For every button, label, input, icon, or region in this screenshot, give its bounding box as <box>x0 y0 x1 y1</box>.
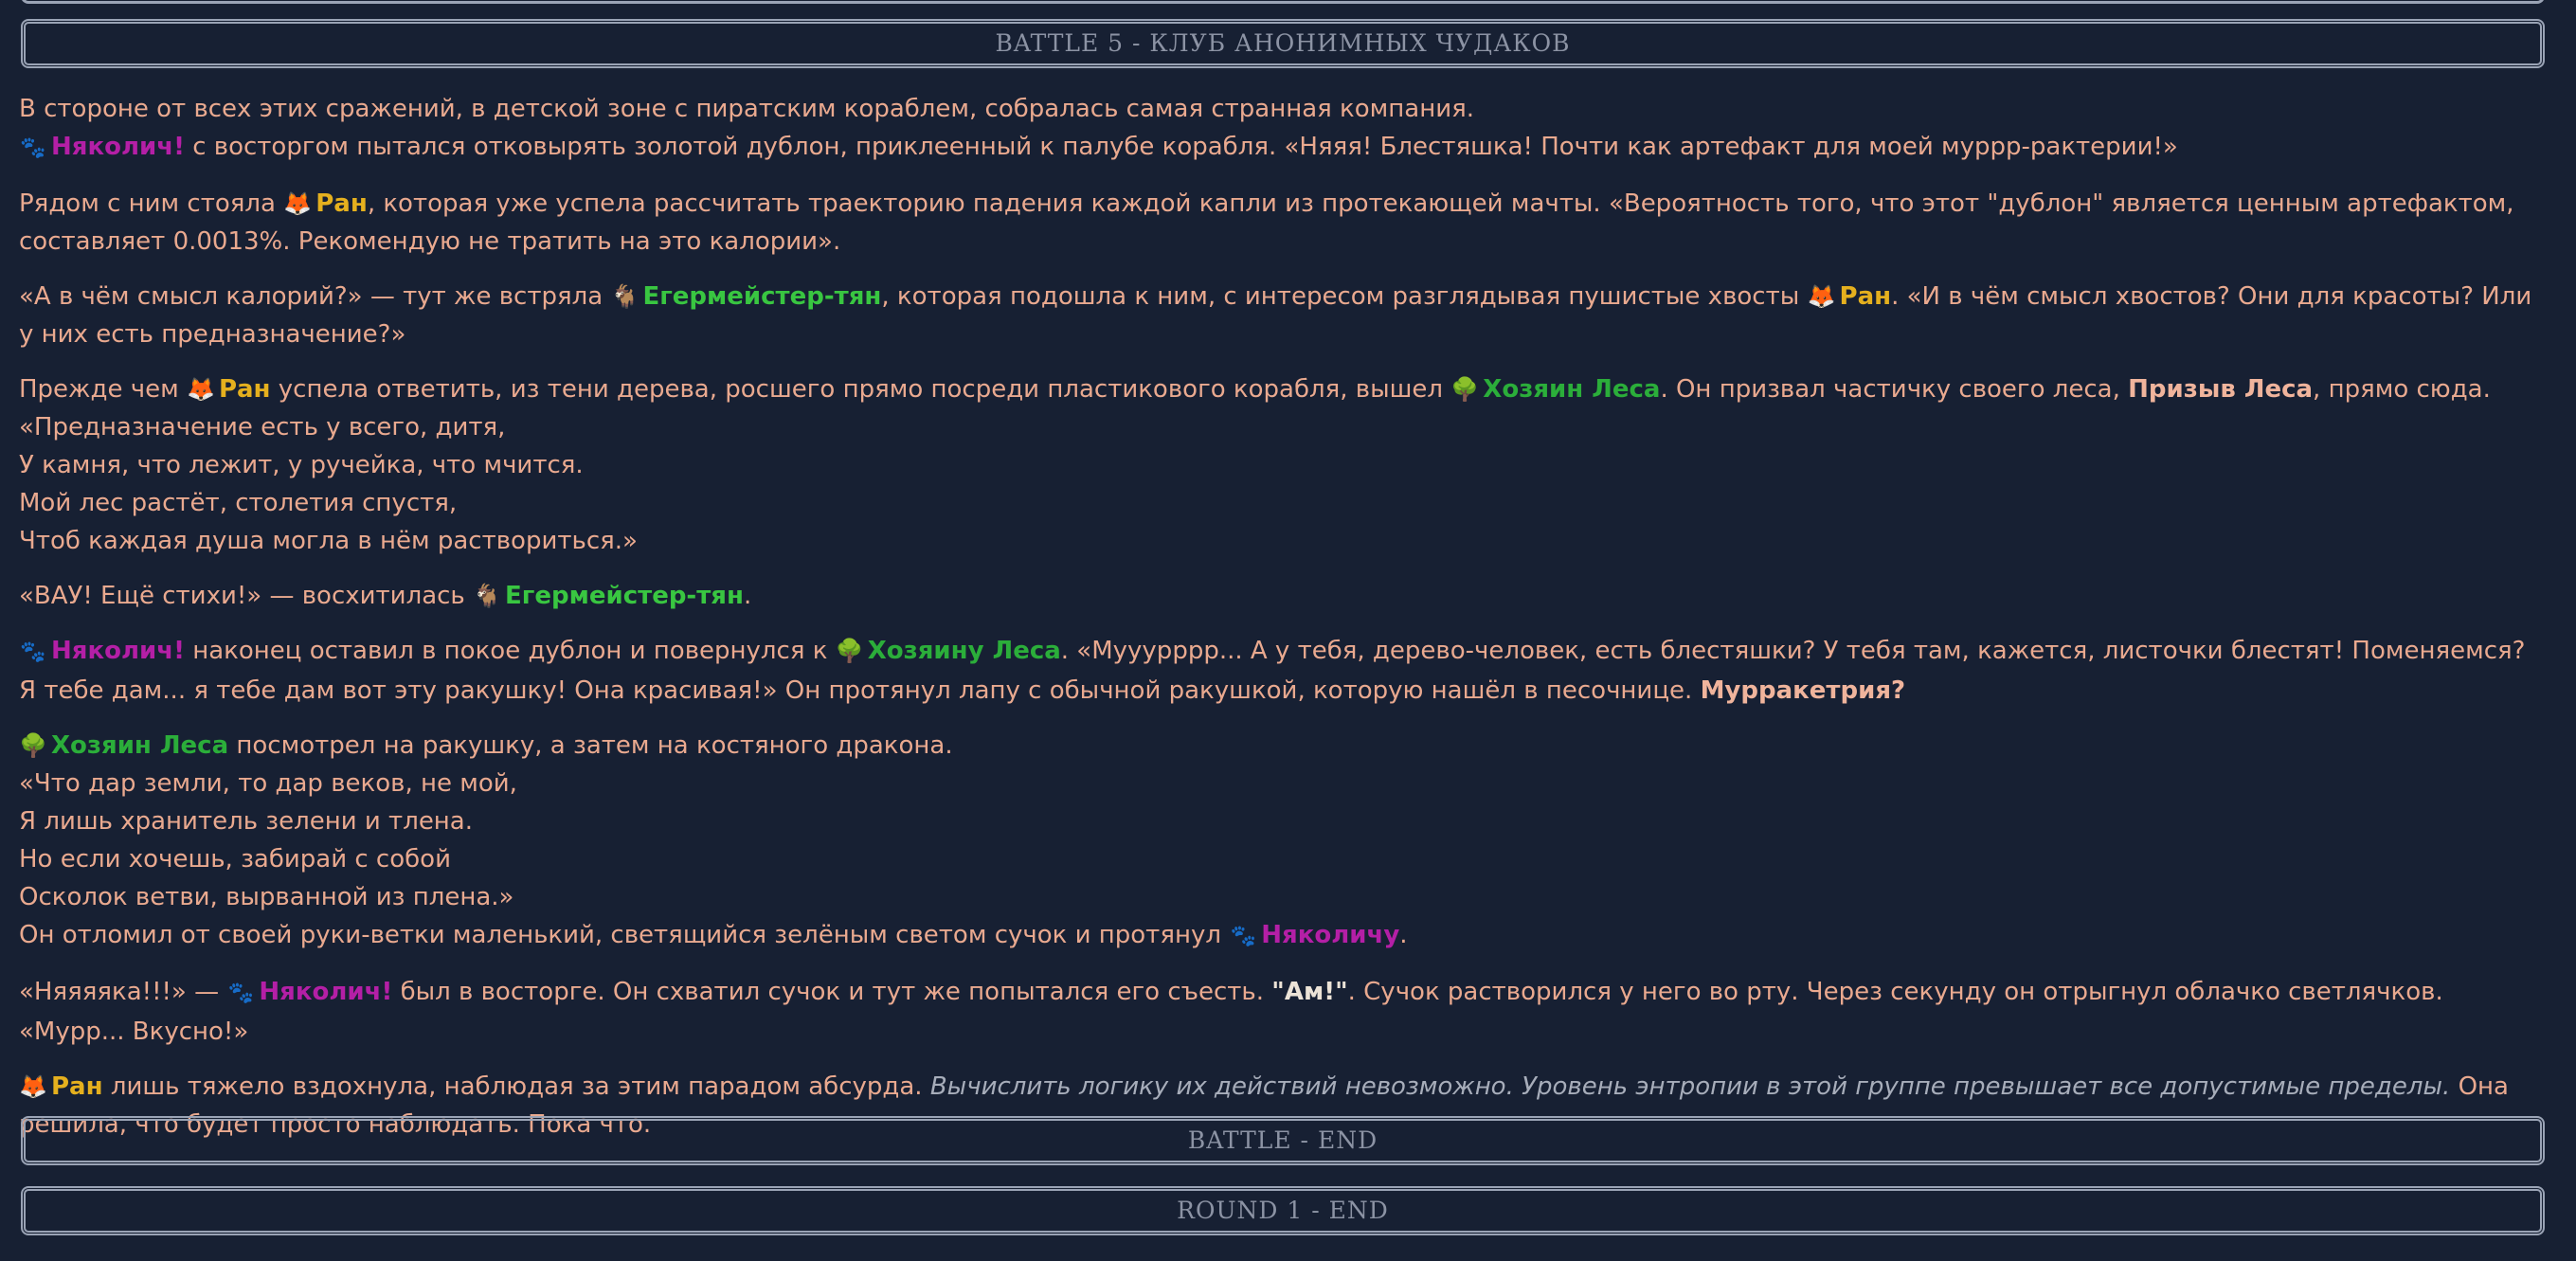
paw-icon: 🐾 <box>20 640 46 664</box>
previous-banner-edge <box>21 0 2545 4</box>
goat-icon: 🐐 <box>473 583 501 609</box>
story-line: В стороне от всех этих сражений, в детск… <box>19 95 1475 123</box>
poem-line: «Что дар земли, то дар веков, не мой, <box>19 769 517 798</box>
poem-line: Осколок ветви, вырванной из плена.» <box>19 883 514 911</box>
goat-icon: 🐐 <box>610 283 639 310</box>
fox-icon: 🦊 <box>187 376 215 403</box>
paragraph-6: 🐾 Няколич! наконец оставил в покое дублон… <box>19 632 2549 710</box>
round-end-banner: ROUND 1 - END <box>21 1186 2545 1235</box>
character-egermeister: Егермейстер-тян <box>642 282 882 311</box>
character-nyakolich: Няколичу <box>1261 921 1400 949</box>
character-forest-master: Хозяин Леса <box>1483 375 1661 404</box>
paw-icon: 🐾 <box>20 136 46 160</box>
poem-line: Я лишь хранитель зелени и тлена. <box>19 807 474 836</box>
character-ran: Ран <box>51 1072 103 1101</box>
paragraph-2: Рядом с ним стояла 🦊 Ран, которая уже усп… <box>19 185 2549 261</box>
skill-murraketria: Мурракетрия? <box>1700 676 1906 705</box>
paragraph-7: 🌳 Хозяин Леса посмотрел на ракушку, а зат… <box>19 727 2549 956</box>
poem-line: «Предназначение есть у всего, дитя, <box>19 413 506 441</box>
battle-end-banner: BATTLE - END <box>21 1116 2545 1165</box>
character-nyakolich: Няколич! <box>259 978 393 1006</box>
character-forest-master: Хозяин Леса <box>51 731 229 760</box>
character-ran: Ран <box>1839 282 1892 311</box>
character-ran: Ран <box>218 375 271 404</box>
paw-icon: 🐾 <box>227 982 255 1005</box>
tree-icon: 🌳 <box>1450 376 1480 403</box>
character-nyakolich: Няколич! <box>51 637 185 665</box>
paragraph-8: «Няяяяка!!!» — 🐾 Няколич! был в восторге.… <box>19 973 2549 1051</box>
fox-icon: 🦊 <box>1807 283 1836 310</box>
paragraph-4: Прежде чем 🦊 Ран успела ответить, из тени… <box>19 370 2549 560</box>
fox-icon: 🦊 <box>283 190 313 217</box>
poem-line: У камня, что лежит, у ручейка, что мчитс… <box>19 451 584 479</box>
character-forest-master: Хозяину Леса <box>867 637 1061 665</box>
skill-forest-summon: Призыв Леса <box>2128 375 2314 404</box>
paragraph-1: В стороне от всех этих сражений, в детск… <box>19 90 2549 168</box>
battle-title-banner: BATTLE 5 - КЛУБ АНОНИМНЫХ ЧУДАКОВ <box>21 19 2545 68</box>
paragraph-5: «ВАУ! Ещё стихи!» — восхитилась 🐐 Егермей… <box>19 577 2549 615</box>
poem-line: Но если хочешь, забирай с собой <box>19 845 451 874</box>
tree-icon: 🌳 <box>19 732 47 759</box>
poem-line: Мой лес растёт, столетия спустя, <box>19 489 458 517</box>
fox-icon: 🦊 <box>19 1073 47 1100</box>
character-nyakolich: Няколич! <box>51 133 185 161</box>
sound-quote: "Ам!" <box>1271 978 1348 1006</box>
character-egermeister: Егермейстер-тян <box>505 582 744 610</box>
character-ran: Ран <box>315 189 368 218</box>
inner-thought: Вычислить логику их действий невозможно.… <box>929 1072 2451 1101</box>
story-log: В стороне от всех этих сражений, в детск… <box>19 90 2549 1161</box>
tree-icon: 🌳 <box>835 638 864 664</box>
paw-icon: 🐾 <box>1230 925 1256 948</box>
poem-line: Чтоб каждая душа могла в нём растворитьс… <box>19 527 638 555</box>
paragraph-3: «А в чём смысл калорий?» — тут же встрял… <box>19 278 2549 353</box>
